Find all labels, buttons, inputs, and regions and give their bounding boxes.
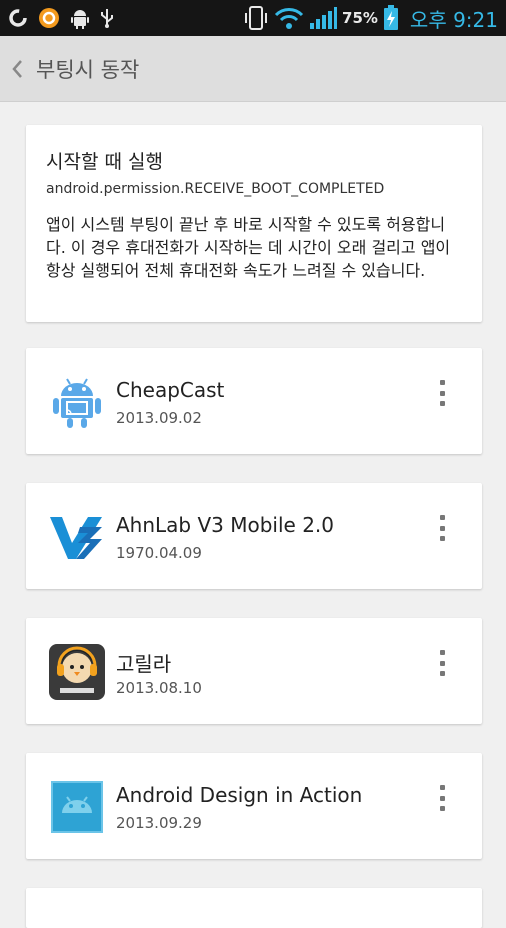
overflow-menu-icon[interactable] (432, 515, 452, 541)
usb-icon (100, 7, 114, 29)
app-item-gorealra[interactable]: 고릴라 2013.08.10 (26, 618, 482, 724)
android-cast-icon (48, 374, 106, 430)
app-date: 1970.04.09 (116, 544, 202, 562)
app-date: 2013.09.02 (116, 409, 202, 427)
page-title[interactable]: 부팅시 동작 (36, 54, 139, 84)
app-name: Android Design in Action (116, 783, 363, 807)
overflow-menu-icon[interactable] (432, 785, 452, 811)
wifi-icon (274, 6, 304, 30)
permission-name: android.permission.RECEIVE_BOOT_COMPLETE… (46, 181, 385, 197)
android-design-icon (48, 779, 106, 835)
app-name: 고릴라 (116, 652, 172, 676)
g-icon (8, 8, 28, 28)
app-item-ahnlab[interactable]: AhnLab V3 Mobile 2.0 1970.04.09 (26, 483, 482, 589)
phone-vibrate-icon (243, 5, 269, 31)
action-bar: 부팅시 동작 (0, 36, 506, 102)
clock: 오후 9:21 (409, 7, 498, 32)
battery-percent: 75% (342, 9, 378, 27)
app-date: 2013.08.10 (116, 679, 202, 697)
permission-description: 앱이 시스템 부팅이 끝난 후 바로 시작할 수 있도록 허용합니다. 이 경우… (46, 215, 451, 280)
status-bar: 75% 오후 9:21 (0, 0, 506, 36)
app-item-partial[interactable] (26, 888, 482, 928)
gorealra-penguin-icon (48, 644, 106, 700)
circle-app-icon (38, 7, 60, 29)
v3-logo-icon (48, 509, 106, 565)
app-name: CheapCast (116, 378, 225, 402)
android-debug-icon (70, 7, 90, 29)
chevron-left-icon[interactable] (2, 59, 32, 79)
app-item-android-design[interactable]: Android Design in Action 2013.09.29 (26, 753, 482, 859)
overflow-menu-icon[interactable] (432, 380, 452, 406)
permission-title: 시작할 때 실행 (46, 151, 163, 173)
signal-icon (309, 6, 338, 30)
app-item-cheapcast[interactable]: CheapCast 2013.09.02 (26, 348, 482, 454)
app-name: AhnLab V3 Mobile 2.0 (116, 513, 335, 537)
app-date: 2013.09.29 (116, 814, 202, 832)
battery-charging-icon (383, 5, 399, 31)
permission-card: 시작할 때 실행 android.permission.RECEIVE_BOOT… (26, 125, 482, 322)
overflow-menu-icon[interactable] (432, 650, 452, 676)
